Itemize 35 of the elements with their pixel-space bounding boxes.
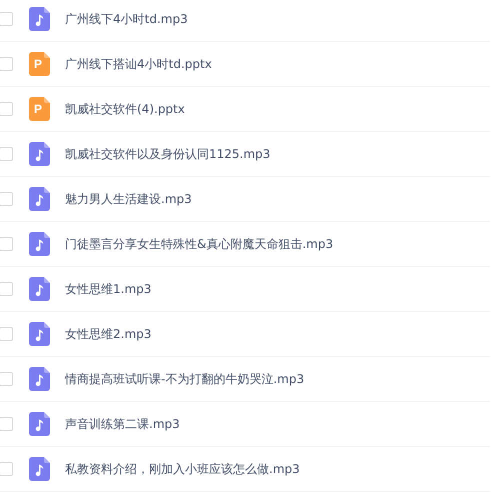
checkbox[interactable]	[0, 417, 13, 431]
file-name[interactable]: 凯威社交软件(4).pptx	[65, 100, 185, 118]
checkbox[interactable]	[0, 327, 13, 341]
music-file-icon	[29, 412, 50, 436]
slides-file-icon	[29, 97, 50, 121]
file-name[interactable]: 广州线下搭讪4小时td.pptx	[65, 56, 212, 72]
music-file-icon	[29, 187, 50, 211]
checkbox[interactable]	[0, 147, 13, 161]
music-file-icon	[29, 367, 50, 391]
checkbox[interactable]	[0, 102, 13, 116]
music-file-icon	[29, 457, 50, 481]
music-file-icon	[29, 277, 50, 301]
music-file-icon	[29, 142, 50, 166]
file-type-letter: P	[34, 102, 42, 116]
checkbox[interactable]	[0, 192, 13, 206]
file-name[interactable]: 魅力男人生活建设.mp3	[65, 190, 192, 208]
file-name[interactable]: 广州线下4小时td.mp3	[65, 10, 188, 28]
file-name[interactable]: 声音训练第二课.mp3	[65, 416, 180, 432]
checkbox[interactable]	[0, 57, 13, 71]
checkbox[interactable]	[0, 282, 13, 296]
file-name[interactable]: 私教资料介绍，刚加入小班应该怎么做.mp3	[65, 460, 300, 478]
music-file-icon	[29, 322, 50, 346]
file-type-letter: P	[34, 57, 42, 71]
music-file-icon	[29, 7, 50, 31]
checkbox[interactable]	[0, 237, 13, 251]
file-name[interactable]: 情商提高班试听课-不为打翻的牛奶哭泣.mp3	[65, 370, 304, 388]
slides-file-icon	[29, 52, 50, 76]
file-name[interactable]: 门徒墨言分享女生特殊性&真心附魔天命狙击.mp3	[65, 236, 334, 252]
music-file-icon	[29, 232, 50, 256]
file-name[interactable]: 女性思维2.mp3	[65, 326, 152, 342]
checkbox[interactable]	[0, 462, 13, 476]
file-name[interactable]: 凯威社交软件以及身份认同1125.mp3	[65, 146, 270, 162]
file-name[interactable]: 女性思维1.mp3	[65, 280, 152, 298]
checkbox[interactable]	[0, 12, 13, 26]
checkbox[interactable]	[0, 372, 13, 386]
